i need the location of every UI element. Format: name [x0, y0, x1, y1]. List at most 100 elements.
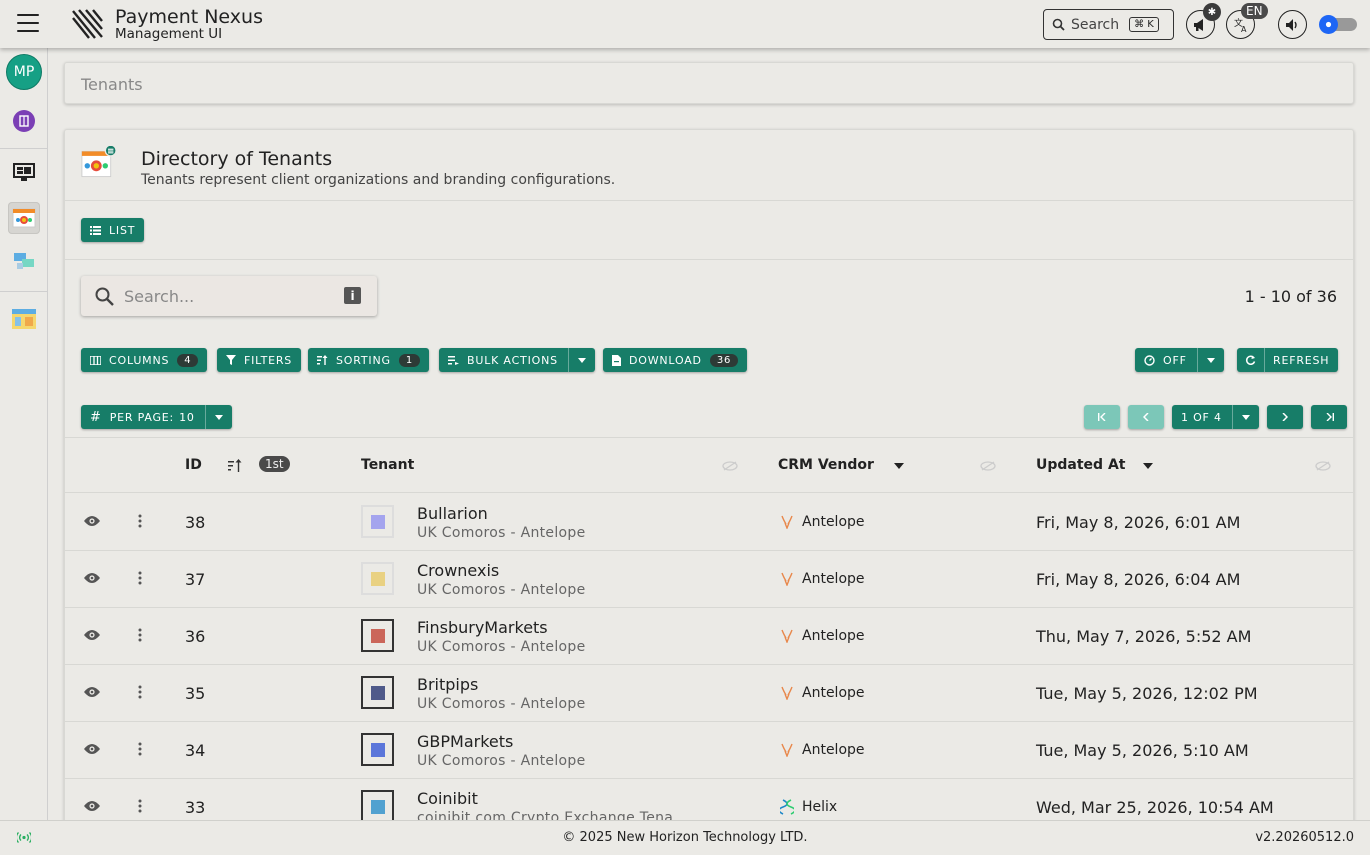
svg-text:A: A [1241, 25, 1247, 33]
sorting-button[interactable]: SORTING 1 [308, 348, 429, 372]
view-icon[interactable] [83, 686, 101, 698]
top-bar: Payment Nexus Management UI Search ⌘ K ✱… [0, 0, 1370, 48]
tenant-name[interactable]: GBPMarkets [417, 732, 513, 751]
auto-refresh-button[interactable]: OFF [1135, 348, 1224, 372]
search-input[interactable] [124, 286, 334, 306]
app-title: Payment Nexus [115, 6, 263, 28]
filters-button[interactable]: FILTERS [217, 348, 302, 372]
tenant-logo [361, 505, 394, 538]
menu-icon[interactable] [17, 14, 39, 32]
next-page-button[interactable] [1267, 405, 1303, 429]
refresh-button[interactable]: REFRESH [1237, 348, 1339, 372]
row-id: 36 [185, 627, 206, 646]
more-vertical-icon[interactable] [138, 571, 142, 585]
theme-toggle[interactable] [1319, 15, 1357, 34]
more-vertical-icon[interactable] [138, 628, 142, 642]
caret-down-icon[interactable] [894, 463, 904, 469]
download-label: DOWNLOAD [629, 353, 702, 367]
sidebar: MP [0, 48, 48, 820]
integrations-icon [14, 253, 34, 269]
per-page-select[interactable]: # PER PAGE: 10 [81, 405, 232, 429]
tenant-name[interactable]: Britpips [417, 675, 478, 694]
column-header-tenant[interactable]: Tenant [361, 457, 414, 473]
per-page-label: PER PAGE: [109, 410, 175, 424]
avatar[interactable]: MP [6, 54, 42, 90]
page-dropdown[interactable] [1231, 405, 1250, 429]
chevron-left-icon [1143, 413, 1149, 421]
list-view-button[interactable]: LIST [81, 218, 145, 242]
column-header-updated-at[interactable]: Updated At [1036, 457, 1125, 473]
more-vertical-icon[interactable] [138, 514, 142, 528]
timer-icon [1144, 354, 1155, 366]
tenant-name[interactable]: Crownexis [417, 561, 499, 580]
info-icon[interactable]: i [344, 287, 361, 304]
search-label: Search [1071, 16, 1120, 33]
view-icon[interactable] [83, 515, 101, 527]
caret-down-icon [577, 357, 586, 363]
sound-button[interactable] [1278, 10, 1307, 39]
more-vertical-icon[interactable] [138, 742, 142, 756]
app-logo [72, 9, 103, 39]
tenant-subtitle: UK Comoros - Antelope [417, 696, 586, 712]
caret-down-icon [1241, 414, 1250, 420]
first-page-button[interactable] [1084, 405, 1120, 429]
per-page-dropdown[interactable] [204, 405, 223, 429]
tenant-subtitle: UK Comoros - Antelope [417, 525, 586, 541]
view-icon[interactable] [83, 800, 101, 812]
bug-icon[interactable]: ✱ [1203, 3, 1221, 21]
copyright: © 2025 New Horizon Technology LTD. [562, 830, 808, 845]
caret-down-icon[interactable] [1143, 463, 1153, 469]
sort-ascending-icon[interactable] [228, 459, 242, 472]
more-vertical-icon[interactable] [138, 685, 142, 699]
table-row[interactable]: 37 Crownexis UK Comoros - Antelope Antelope… [65, 551, 1353, 608]
search-icon [95, 287, 114, 306]
last-page-button[interactable] [1311, 405, 1347, 429]
bulk-actions-dropdown[interactable] [567, 348, 586, 372]
row-id: 35 [185, 684, 206, 703]
sort-icon [317, 355, 328, 365]
search-shortcut: ⌘ K [1129, 17, 1159, 32]
bulk-actions-button[interactable]: BULK ACTIONS [439, 348, 595, 372]
page-select[interactable]: 1 OF 4 [1172, 405, 1259, 429]
footer: © 2025 New Horizon Technology LTD. v2.20… [0, 820, 1370, 855]
sidebar-item-tenants[interactable] [8, 202, 40, 234]
hide-column-icon[interactable] [980, 461, 996, 471]
column-header-id[interactable]: ID [185, 457, 202, 473]
sidebar-item-dashboard[interactable] [8, 157, 40, 189]
crm-vendor-name: Helix [802, 799, 838, 815]
updated-at: Tue, May 5, 2026, 5:10 AM [1036, 741, 1249, 760]
columns-count: 4 [177, 353, 199, 367]
view-icon[interactable] [83, 743, 101, 755]
tenant-name[interactable]: Coinibit [417, 789, 478, 808]
reports-icon [12, 309, 36, 329]
tenant-subtitle: UK Comoros - Antelope [417, 639, 586, 655]
more-vertical-icon[interactable] [138, 799, 142, 813]
sidebar-item-integrations[interactable] [8, 245, 40, 277]
global-search-button[interactable]: Search ⌘ K [1043, 9, 1174, 40]
table-row[interactable]: 36 FinsburyMarkets UK Comoros - Antelope An… [65, 608, 1353, 665]
sidebar-item-tenant-switch[interactable] [8, 105, 40, 137]
crm-vendor-name: Antelope [802, 742, 865, 758]
hide-column-icon[interactable] [1315, 461, 1331, 471]
table-row[interactable]: 35 Britpips UK Comoros - Antelope Antelope T… [65, 665, 1353, 722]
table-row[interactable]: 38 Bullarion UK Comoros - Antelope Antelope… [65, 494, 1353, 551]
tenant-logo [361, 733, 394, 766]
column-header-crm-vendor[interactable]: CRM Vendor [778, 457, 874, 473]
tenant-name[interactable]: Bullarion [417, 504, 488, 523]
chevron-right-icon [1282, 413, 1288, 421]
prev-page-button[interactable] [1128, 405, 1164, 429]
hide-column-icon[interactable] [722, 461, 738, 471]
table-row[interactable]: 34 GBPMarkets UK Comoros - Antelope Antelop… [65, 722, 1353, 779]
list-view-label: LIST [109, 223, 136, 237]
row-id: 34 [185, 741, 206, 760]
view-icon[interactable] [83, 572, 101, 584]
download-button[interactable]: DOWNLOAD 36 [603, 348, 748, 372]
helix-icon [778, 799, 796, 819]
auto-refresh-dropdown[interactable] [1196, 348, 1215, 372]
sidebar-item-reports[interactable] [8, 303, 40, 335]
language-badge[interactable]: EN [1241, 3, 1268, 19]
tenant-name[interactable]: FinsburyMarkets [417, 618, 548, 637]
view-icon[interactable] [83, 629, 101, 641]
columns-button[interactable]: COLUMNS 4 [81, 348, 208, 372]
page-indicator: 1 OF 4 [1181, 410, 1222, 424]
